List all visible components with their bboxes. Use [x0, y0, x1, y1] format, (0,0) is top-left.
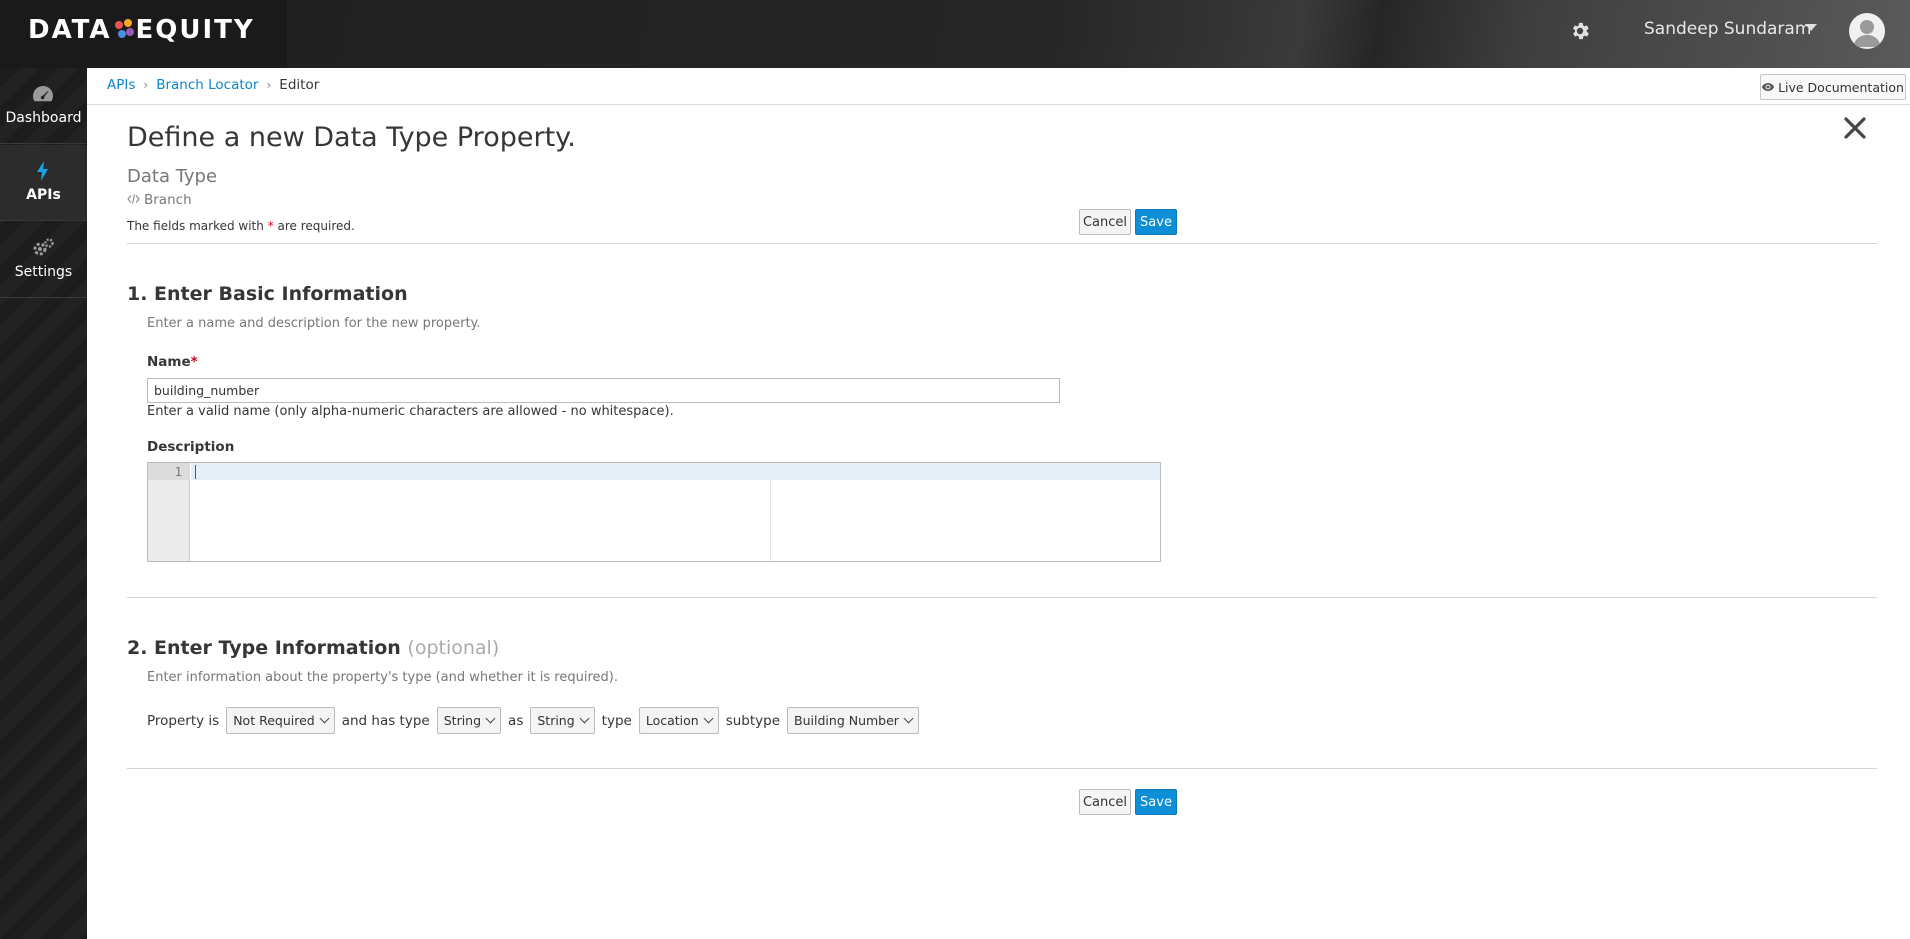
sidebar-item-settings[interactable]: Settings	[0, 222, 87, 298]
sidebar-item-label: Settings	[14, 264, 73, 280]
eye-icon	[1762, 80, 1775, 95]
dashboard-icon	[31, 82, 55, 106]
sidebar: Dashboard APIs Settings	[0, 68, 87, 939]
editor-cursor	[195, 465, 196, 479]
cancel-button[interactable]: Cancel	[1079, 209, 1131, 235]
required-note: The fields marked with * are required.	[127, 219, 355, 233]
chevron-right-icon: ›	[143, 78, 149, 92]
chevron-down-icon	[703, 713, 714, 724]
divider	[127, 768, 1877, 769]
chevron-down-icon	[903, 713, 914, 724]
sidebar-item-apis[interactable]: APIs	[0, 145, 87, 221]
type-select[interactable]: String	[436, 707, 502, 734]
name-input[interactable]	[147, 378, 1060, 403]
breadcrumb-bar: APIs › Branch Locator › Editor	[87, 68, 1910, 105]
chevron-down-icon	[485, 713, 496, 724]
close-icon[interactable]	[1843, 116, 1867, 140]
subtype-select[interactable]: Building Number	[787, 707, 919, 734]
required-select-value: Not Required	[233, 713, 315, 728]
user-avatar-icon[interactable]	[1849, 13, 1885, 49]
section-type-info-title: 2. Enter Type Information (optional)	[127, 637, 499, 659]
gear-icon[interactable]	[1569, 20, 1591, 42]
cancel-button-bottom[interactable]: Cancel	[1079, 789, 1131, 815]
required-note-suffix: are required.	[277, 219, 355, 233]
brand-logo[interactable]: DATA EQUITY	[28, 14, 255, 46]
required-star: *	[267, 219, 274, 233]
type-text: type	[601, 712, 632, 729]
section-basic-info-title: 1. Enter Basic Information	[127, 283, 408, 305]
type-text: and has type	[341, 712, 430, 729]
as-select[interactable]: String	[530, 707, 595, 734]
as-select-value: String	[537, 713, 575, 728]
type-sentence-row: Property is Not Required and has type St…	[147, 707, 919, 734]
breadcrumb-current: Editor	[279, 77, 320, 93]
location-type-select-value: Location	[645, 713, 699, 728]
type-select-value: String	[443, 713, 482, 728]
location-type-select[interactable]: Location	[638, 707, 719, 734]
chevron-down-icon[interactable]	[1805, 24, 1817, 31]
chevron-right-icon: ›	[266, 78, 272, 92]
save-button-bottom[interactable]: Save	[1135, 789, 1177, 815]
live-documentation-label: Live Documentation	[1778, 79, 1904, 95]
save-button[interactable]: Save	[1135, 209, 1177, 235]
sidebar-item-label: Dashboard	[5, 110, 82, 126]
data-type-label: Data Type	[127, 166, 218, 187]
sidebar-item-dashboard[interactable]: Dashboard	[0, 68, 87, 144]
section-basic-info-desc: Enter a name and description for the new…	[147, 316, 481, 331]
required-note-prefix: The fields marked with	[127, 219, 264, 233]
description-label: Description	[147, 439, 235, 455]
sidebar-item-label: APIs	[26, 187, 61, 203]
type-text: Property is	[147, 712, 220, 729]
breadcrumb: APIs › Branch Locator › Editor	[107, 77, 319, 93]
required-star: *	[190, 354, 198, 370]
code-icon	[127, 192, 140, 208]
page-title: Define a new Data Type Property.	[127, 122, 576, 153]
section-type-info-title-text: 2. Enter Type Information	[127, 637, 401, 659]
type-text: as	[508, 712, 524, 729]
optional-tag: (optional)	[407, 637, 500, 659]
user-name[interactable]: Sandeep Sundaram	[1644, 19, 1811, 39]
section-type-info-desc: Enter information about the property's t…	[147, 670, 618, 685]
gears-icon	[31, 236, 55, 260]
name-label-text: Name	[147, 354, 191, 370]
editor-line-number: 1	[174, 465, 182, 479]
editor-print-margin	[770, 480, 771, 561]
chevron-down-icon	[319, 713, 330, 724]
logo-area: DATA EQUITY	[0, 0, 287, 68]
editor-active-line	[191, 463, 1160, 480]
required-select[interactable]: Not Required	[226, 707, 335, 734]
live-documentation-button[interactable]: Live Documentation	[1760, 74, 1906, 100]
logo-dots-icon	[114, 17, 134, 43]
logo-text-right: EQUITY	[135, 15, 255, 45]
divider	[127, 597, 1877, 598]
logo-text-left: DATA	[28, 15, 112, 45]
name-label: Name*	[147, 354, 198, 370]
breadcrumb-link-apis[interactable]: APIs	[107, 77, 135, 93]
description-editor[interactable]: 1	[147, 462, 1161, 562]
bolt-icon	[31, 159, 55, 183]
data-type-name: Branch	[144, 192, 192, 208]
data-type-value: Branch	[127, 192, 192, 208]
breadcrumb-link-branch-locator[interactable]: Branch Locator	[156, 77, 258, 93]
subtype-select-value: Building Number	[794, 713, 899, 728]
type-text: subtype	[725, 712, 781, 729]
divider	[127, 243, 1877, 244]
chevron-down-icon	[579, 713, 590, 724]
name-help-text: Enter a valid name (only alpha-numeric c…	[147, 404, 674, 419]
top-header: DATA EQUITY Sandeep Sundaram	[0, 0, 1910, 68]
